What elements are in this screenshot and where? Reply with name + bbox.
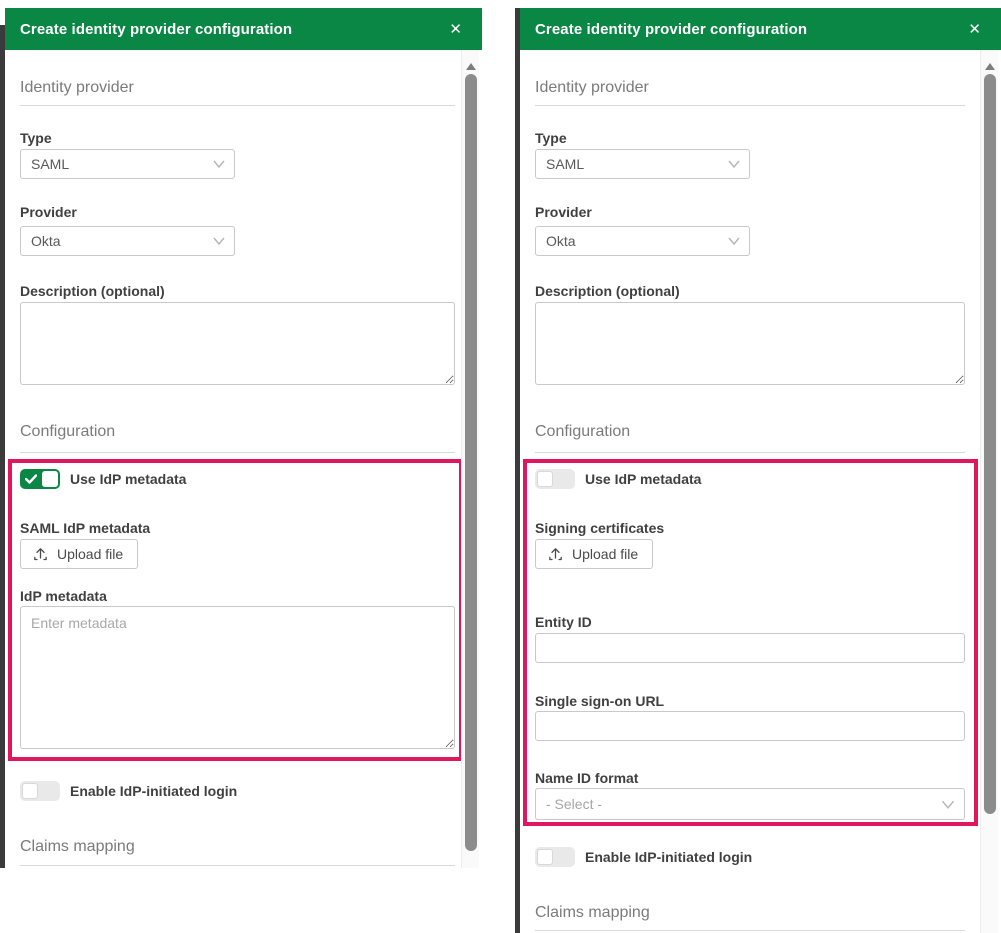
use-idp-metadata-toggle[interactable] [535, 469, 575, 489]
enable-idp-login-label: Enable IdP-initiated login [585, 849, 752, 865]
chevron-down-icon [728, 159, 740, 169]
chevron-down-icon [941, 799, 955, 810]
upload-file-button[interactable]: Upload file [20, 539, 138, 569]
saml-idp-metadata-label: SAML IdP metadata [20, 520, 150, 536]
toggle-knob [42, 471, 58, 487]
description-textarea[interactable] [535, 302, 965, 385]
name-id-format-value: - Select - [546, 796, 602, 812]
section-heading-configuration: Configuration [20, 423, 115, 441]
chevron-down-icon [728, 236, 740, 246]
sso-url-input[interactable] [535, 711, 965, 741]
provider-dropdown-value: Okta [546, 233, 576, 249]
signing-certificates-label: Signing certificates [535, 520, 664, 536]
use-idp-metadata-row: Use IdP metadata [535, 469, 701, 489]
enable-idp-login-toggle[interactable] [20, 781, 60, 801]
enable-idp-login-row: Enable IdP-initiated login [535, 847, 752, 867]
scrollbar-thumb[interactable] [984, 74, 996, 814]
scrollbar-track[interactable] [461, 50, 479, 868]
dialog-header: Create identity provider configuration ✕ [5, 8, 482, 50]
section-divider [20, 105, 455, 106]
section-divider [535, 930, 965, 931]
dialog-header: Create identity provider configuration ✕ [520, 8, 1001, 50]
provider-dropdown[interactable]: Okta [535, 226, 750, 256]
type-dropdown-value: SAML [31, 156, 69, 172]
provider-dropdown-value: Okta [31, 233, 61, 249]
toggle-knob [537, 471, 553, 487]
upload-icon [547, 546, 564, 563]
entity-id-label: Entity ID [535, 614, 592, 630]
description-textarea[interactable] [20, 302, 455, 385]
use-idp-metadata-toggle[interactable] [20, 469, 60, 489]
section-divider [535, 452, 965, 453]
enable-idp-login-label: Enable IdP-initiated login [70, 783, 237, 799]
name-id-format-dropdown[interactable]: - Select - [535, 788, 965, 820]
type-dropdown-value: SAML [546, 156, 584, 172]
screenshot-canvas: Create identity provider configuration ✕… [0, 0, 1001, 933]
scrollbar-track[interactable] [980, 50, 998, 933]
type-dropdown[interactable]: SAML [20, 149, 235, 179]
dialog-body: Identity provider Type SAML Provider Okt… [5, 50, 482, 868]
use-idp-metadata-label: Use IdP metadata [70, 471, 186, 487]
enable-idp-login-row: Enable IdP-initiated login [20, 781, 237, 801]
section-divider [20, 865, 455, 866]
provider-label: Provider [20, 204, 77, 220]
idp-metadata-textarea[interactable] [20, 606, 455, 749]
type-dropdown[interactable]: SAML [535, 149, 750, 179]
type-label: Type [20, 130, 52, 146]
description-label: Description (optional) [535, 283, 680, 299]
chevron-down-icon [213, 159, 225, 169]
entity-id-input[interactable] [535, 633, 965, 663]
section-heading-identity-provider: Identity provider [535, 79, 649, 97]
enable-idp-login-toggle[interactable] [535, 847, 575, 867]
close-icon[interactable]: ✕ [968, 22, 981, 37]
dialog-title: Create identity provider configuration [535, 21, 807, 38]
section-heading-configuration: Configuration [535, 423, 630, 441]
use-idp-metadata-label: Use IdP metadata [585, 471, 701, 487]
sso-url-label: Single sign-on URL [535, 693, 664, 709]
check-icon [25, 474, 37, 484]
name-id-format-label: Name ID format [535, 770, 638, 786]
toggle-knob [537, 849, 553, 865]
dialog-body: Identity provider Type SAML Provider Okt… [520, 50, 1001, 933]
use-idp-metadata-row: Use IdP metadata [20, 469, 186, 489]
section-divider [535, 105, 965, 106]
scrollbar-thumb[interactable] [465, 74, 477, 851]
upload-file-label: Upload file [572, 546, 638, 562]
scrollbar-up-arrow[interactable] [985, 63, 995, 70]
type-label: Type [535, 130, 567, 146]
close-icon[interactable]: ✕ [449, 22, 462, 37]
idp-metadata-label: IdP metadata [20, 588, 107, 604]
section-heading-identity-provider: Identity provider [20, 79, 134, 97]
section-heading-claims-mapping: Claims mapping [535, 904, 650, 922]
section-divider [20, 452, 455, 453]
toggle-knob [22, 783, 38, 799]
scrollbar-up-arrow[interactable] [466, 63, 476, 70]
upload-file-button[interactable]: Upload file [535, 539, 653, 569]
section-heading-claims-mapping: Claims mapping [20, 838, 135, 856]
dialog-create-idp-right: Create identity provider configuration ✕… [520, 8, 1001, 933]
upload-file-label: Upload file [57, 546, 123, 562]
description-label: Description (optional) [20, 283, 165, 299]
upload-icon [32, 546, 49, 563]
provider-label: Provider [535, 204, 592, 220]
dialog-create-idp-left: Create identity provider configuration ✕… [5, 8, 482, 868]
chevron-down-icon [213, 236, 225, 246]
provider-dropdown[interactable]: Okta [20, 226, 235, 256]
dialog-title: Create identity provider configuration [20, 21, 292, 38]
